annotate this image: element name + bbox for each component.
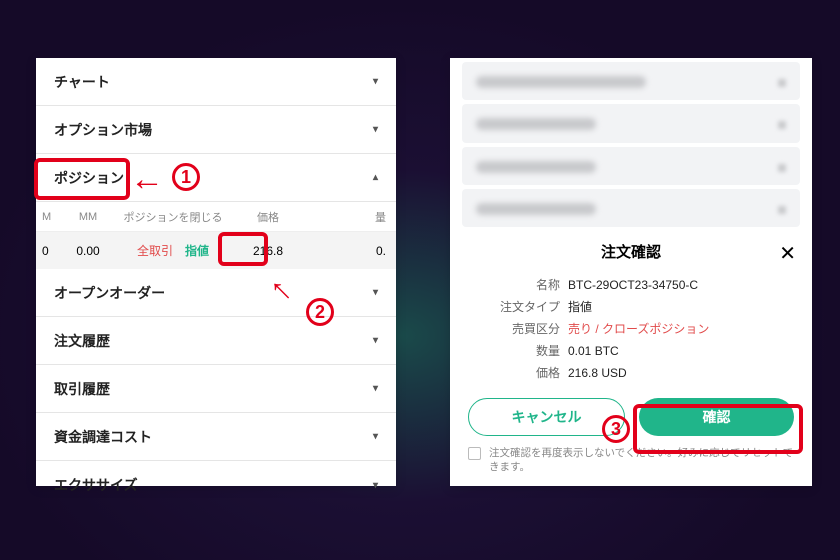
label-price: 価格 (468, 362, 568, 384)
accordion-label: エクササイズ (54, 475, 138, 495)
accordion-open-orders[interactable]: オープンオーダー (36, 269, 396, 317)
accordion-label: 注文履歴 (54, 331, 110, 351)
accordion-options-market[interactable]: オプション市場 (36, 106, 396, 154)
chevron-down-icon (373, 76, 378, 87)
chevron-down-icon (373, 431, 378, 442)
cell-mm: 0.00 (58, 244, 118, 258)
value-name: BTC-29OCT23-34750-C (568, 274, 794, 296)
order-confirm-dialog: 注文確認 ✕ 名称 BTC-29OCT23-34750-C 注文タイプ 指値 売… (450, 227, 812, 486)
blurred-row (462, 147, 800, 185)
accordion-label: オープンオーダー (54, 283, 165, 303)
accordion-trade-history[interactable]: 取引履歴 (36, 365, 396, 413)
cell-close-pos: 全取引 指値 (118, 242, 228, 259)
value-order-type: 指値 (568, 296, 794, 318)
col-close-pos: ポジションを閉じる (118, 209, 228, 225)
dont-show-again-row: 注文確認を再度表示しないでください。好みに応じてリセットできます。 (468, 446, 794, 474)
chevron-down-icon (373, 287, 378, 298)
chevron-down-icon (373, 383, 378, 394)
cell-price: 216.8 (228, 244, 308, 258)
label-name: 名称 (468, 274, 568, 296)
close-limit-link[interactable]: 指値 (185, 242, 209, 259)
accordion-order-history[interactable]: 注文履歴 (36, 317, 396, 365)
label-side: 売買区分 (468, 318, 568, 340)
label-qty: 数量 (468, 340, 568, 362)
value-side: 売り / クローズポジション (568, 318, 794, 340)
accordion-label: 取引履歴 (54, 379, 110, 399)
confirm-button[interactable]: 確認 (639, 398, 794, 436)
cancel-button[interactable]: キャンセル (468, 398, 625, 436)
close-all-link[interactable]: 全取引 (137, 242, 173, 259)
dont-show-checkbox[interactable] (468, 447, 481, 460)
col-qty: 量 (308, 209, 396, 225)
value-qty: 0.01 BTC (568, 340, 794, 362)
left-panel: チャート オプション市場 ポジション M MM ポジションを閉じる 価格 量 0… (36, 58, 396, 486)
blurred-row (462, 104, 800, 142)
dont-show-label: 注文確認を再度表示しないでください。好みに応じてリセットできます。 (489, 446, 794, 474)
blurred-row (462, 62, 800, 100)
col-price: 価格 (228, 209, 308, 225)
position-table-row: 0 0.00 全取引 指値 216.8 0. (36, 232, 396, 269)
chevron-up-icon (373, 172, 378, 183)
right-panel: 注文確認 ✕ 名称 BTC-29OCT23-34750-C 注文タイプ 指値 売… (450, 58, 812, 486)
cell-m: 0 (36, 244, 58, 258)
accordion-label: オプション市場 (54, 120, 152, 140)
accordion-chart[interactable]: チャート (36, 58, 396, 106)
value-price: 216.8 USD (568, 362, 794, 384)
accordion-label: ポジション (54, 168, 124, 188)
accordion-label: 資金調達コスト (54, 427, 152, 447)
chevron-down-icon (373, 335, 378, 346)
blurred-row (462, 189, 800, 227)
close-icon[interactable]: ✕ (779, 241, 796, 266)
dialog-title: 注文確認 (468, 241, 794, 262)
col-m: M (36, 211, 58, 223)
accordion-funding[interactable]: 資金調達コスト (36, 413, 396, 461)
accordion-exercise[interactable]: エクササイズ (36, 461, 396, 509)
chevron-down-icon (373, 124, 378, 135)
chevron-down-icon (373, 480, 378, 491)
position-table-header: M MM ポジションを閉じる 価格 量 (36, 202, 396, 232)
accordion-position[interactable]: ポジション (36, 154, 396, 202)
label-order-type: 注文タイプ (468, 296, 568, 318)
cell-qty: 0. (308, 244, 396, 258)
accordion-label: チャート (54, 72, 110, 92)
col-mm: MM (58, 211, 118, 223)
